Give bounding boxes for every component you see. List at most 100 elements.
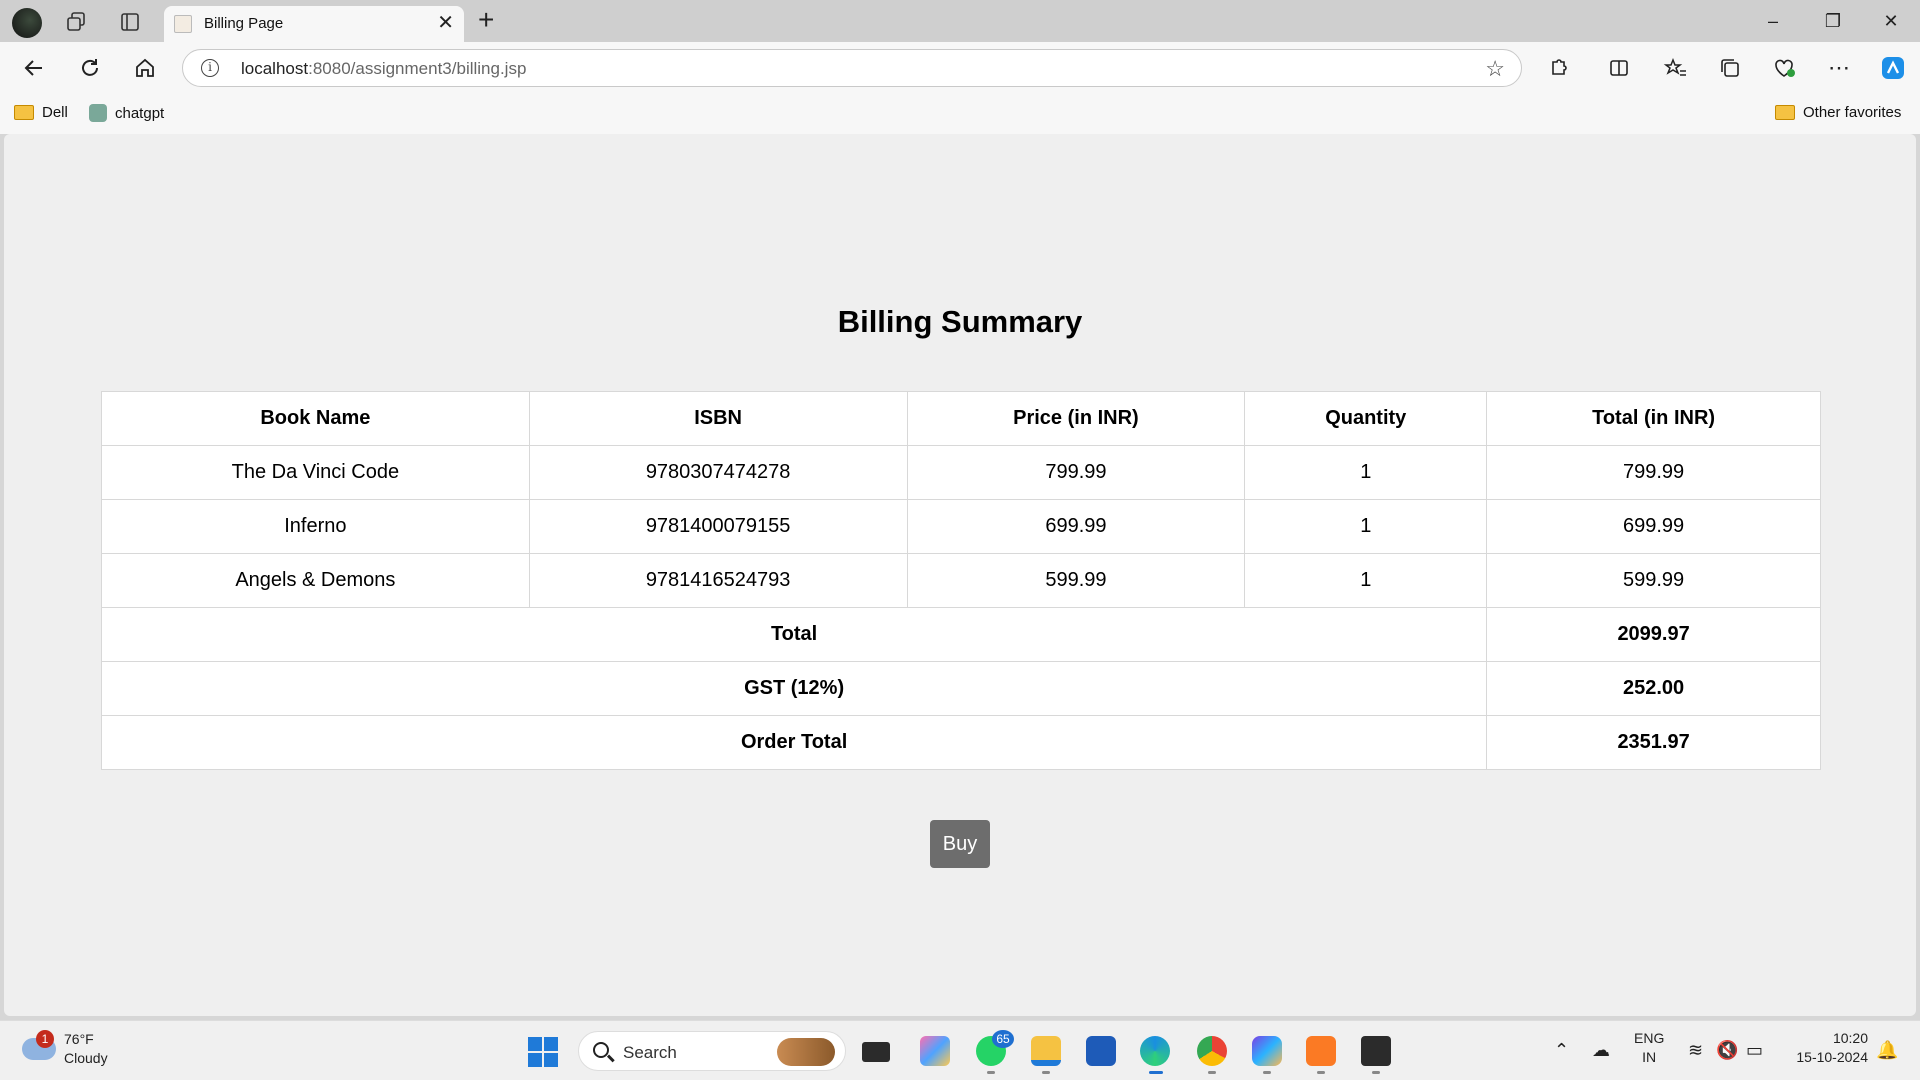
favorite-dell[interactable]: Dell [14, 104, 68, 121]
minimize-icon[interactable]: – [1758, 8, 1788, 34]
terminal-icon[interactable] [1361, 1036, 1391, 1066]
address-toolbar: i localhost:8080/assignment3/billing.jsp… [0, 42, 1920, 94]
clock[interactable]: 10:20 15-10-2024 [1786, 1029, 1868, 1067]
address-bar[interactable]: i localhost:8080/assignment3/billing.jsp… [182, 49, 1522, 87]
weather-widget[interactable]: 1 76°F Cloudy [22, 1030, 108, 1068]
favorites-bar: Dell chatgpt Other favorites [0, 94, 1920, 134]
quantity-cell: 1 [1244, 553, 1488, 608]
close-tab-icon[interactable]: ✕ [437, 12, 454, 34]
browser-title-bar: Billing Page ✕ + – ❐ ✕ [0, 0, 1920, 42]
page-favicon-icon [174, 15, 192, 33]
show-hidden-icons-icon[interactable]: ⌃ [1554, 1039, 1569, 1061]
isbn-cell: 9781416524793 [528, 553, 908, 608]
windows-taskbar: 1 76°F Cloudy Search 65 ⌃ ☁ ENG IN ≋ 🔇 ▭… [0, 1020, 1920, 1080]
language-indicator[interactable]: ENG IN [1634, 1029, 1664, 1067]
whatsapp-icon[interactable]: 65 [976, 1030, 1014, 1066]
microsoft-store-icon[interactable] [1086, 1036, 1116, 1066]
running-indicator [987, 1071, 995, 1074]
weather-badge: 1 [36, 1030, 54, 1048]
column-header-total: Total (in INR) [1486, 391, 1821, 446]
other-favorites[interactable]: Other favorites [1775, 104, 1901, 121]
copilot-app-icon[interactable] [920, 1036, 950, 1066]
weather-description: Cloudy [64, 1050, 108, 1066]
split-screen-icon[interactable] [1603, 52, 1635, 84]
column-header-quantity: Quantity [1244, 391, 1488, 446]
search-icon [593, 1042, 609, 1058]
running-indicator [1317, 1071, 1325, 1074]
more-menu-icon[interactable]: ⋯ [1823, 52, 1855, 84]
table-row: Inferno 9781400079155 699.99 1 699.99 [101, 499, 1821, 554]
restore-icon[interactable]: ❐ [1818, 8, 1848, 34]
running-indicator [1208, 1071, 1216, 1074]
collections-icon[interactable] [1714, 52, 1746, 84]
folder-icon [1775, 105, 1795, 120]
browser-essentials-icon[interactable] [1769, 52, 1801, 84]
extensions-icon[interactable] [1542, 52, 1574, 84]
new-tab-icon[interactable]: + [478, 4, 494, 36]
summary-row-gst: GST (12%) 252.00 [100, 661, 1821, 716]
home-icon[interactable] [129, 52, 161, 84]
table-header-row: Book Name ISBN Price (in INR) Quantity T… [101, 391, 1821, 446]
table-row: Angels & Demons 9781416524793 599.99 1 5… [101, 553, 1821, 608]
line-total-cell: 599.99 [1486, 553, 1821, 608]
summary-value: 2351.97 [1486, 715, 1821, 770]
summary-value: 2099.97 [1486, 607, 1821, 662]
battery-icon[interactable]: ▭ [1746, 1039, 1763, 1061]
isbn-cell: 9780307474278 [528, 445, 908, 500]
close-window-icon[interactable]: ✕ [1876, 8, 1906, 34]
tab-billing-page[interactable]: Billing Page ✕ [164, 6, 464, 42]
start-button[interactable] [528, 1037, 558, 1067]
quantity-cell: 1 [1244, 499, 1488, 554]
page-viewport: Billing Summary Book Name ISBN Price (in… [4, 134, 1916, 1016]
workspaces-icon[interactable] [62, 9, 90, 35]
favorite-chatgpt[interactable]: chatgpt [89, 104, 164, 122]
line-total-cell: 699.99 [1486, 499, 1821, 554]
price-cell: 799.99 [906, 445, 1246, 500]
volume-muted-icon[interactable]: 🔇 [1716, 1039, 1738, 1061]
column-header-book-name: Book Name [101, 391, 530, 446]
search-label: Search [623, 1043, 677, 1062]
taskbar-search[interactable]: Search [578, 1031, 846, 1071]
summary-row-order-total: Order Total 2351.97 [100, 715, 1821, 770]
notifications-bell-icon[interactable]: 🔔 [1876, 1039, 1898, 1061]
onedrive-icon[interactable]: ☁ [1592, 1039, 1610, 1061]
buy-button[interactable]: Buy [930, 820, 990, 868]
dev-app-icon[interactable] [1252, 1036, 1282, 1066]
price-cell: 699.99 [906, 499, 1246, 554]
copilot-icon[interactable] [1877, 52, 1909, 84]
page-title: Billing Summary [837, 304, 1083, 339]
price-cell: 599.99 [906, 553, 1246, 608]
xampp-icon[interactable] [1306, 1036, 1336, 1066]
profile-avatar[interactable] [12, 8, 42, 38]
line-total-cell: 799.99 [1486, 445, 1821, 500]
running-indicator [1263, 1071, 1271, 1074]
search-highlight-image [777, 1038, 835, 1066]
summary-row-total: Total 2099.97 [100, 607, 1821, 662]
back-icon[interactable] [18, 52, 50, 84]
active-indicator [1149, 1071, 1163, 1074]
task-view-icon[interactable] [862, 1042, 890, 1062]
column-header-price: Price (in INR) [906, 391, 1246, 446]
file-explorer-icon[interactable] [1031, 1036, 1061, 1066]
url-text[interactable]: localhost:8080/assignment3/billing.jsp [241, 59, 526, 79]
tab-title: Billing Page [204, 15, 284, 32]
running-indicator [1372, 1071, 1380, 1074]
summary-label: Order Total [100, 715, 1488, 770]
summary-value: 252.00 [1486, 661, 1821, 716]
running-indicator [1042, 1071, 1050, 1074]
edge-browser-icon[interactable] [1140, 1036, 1170, 1066]
favorite-star-icon[interactable]: ☆ [1485, 56, 1505, 82]
column-header-isbn: ISBN [528, 391, 908, 446]
site-info-icon[interactable]: i [201, 59, 219, 77]
refresh-icon[interactable] [74, 52, 106, 84]
tab-actions-icon[interactable] [116, 9, 144, 35]
book-name-cell: The Da Vinci Code [101, 445, 530, 500]
book-name-cell: Angels & Demons [101, 553, 530, 608]
chatgpt-icon [89, 104, 107, 122]
favorites-icon[interactable] [1659, 52, 1691, 84]
billing-table: Book Name ISBN Price (in INR) Quantity T… [100, 391, 1821, 770]
wifi-icon[interactable]: ≋ [1688, 1039, 1703, 1061]
cloud-icon: 1 [22, 1030, 56, 1060]
summary-label: Total [100, 607, 1488, 662]
chrome-icon[interactable] [1197, 1036, 1227, 1066]
